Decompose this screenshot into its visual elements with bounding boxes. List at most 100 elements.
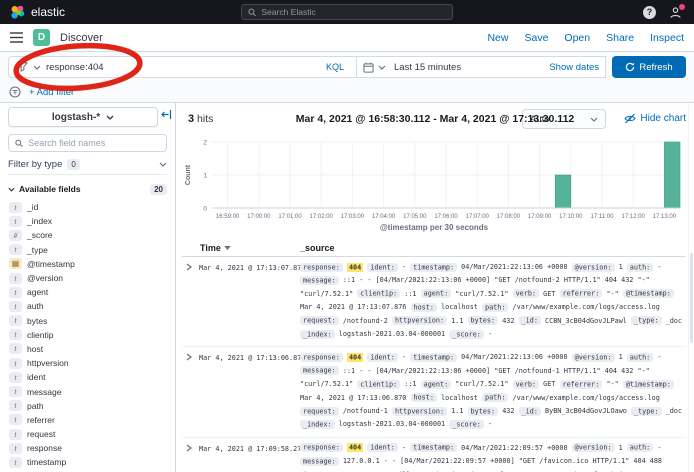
table-row: Mar 4, 2021 @ 17:13:07.876response: 404 … [182,257,686,347]
field-name: auth [27,301,44,311]
field-item-message[interactable]: tmessage [8,384,167,398]
field-item-path[interactable]: tpath [8,399,167,413]
field-search[interactable] [8,134,167,152]
show-dates-button[interactable]: Show dates [549,62,599,73]
table-row: Mar 4, 2021 @ 17:09:58.278response: 404 … [182,438,686,472]
time-range-value[interactable]: Last 15 minutes [394,62,461,73]
svg-text:0: 0 [203,205,207,212]
scrollbar[interactable] [688,103,694,472]
field-badge: path: [482,303,508,312]
nav-action-open[interactable]: Open [564,32,590,44]
table-header: Time _source [182,239,686,257]
refresh-button[interactable]: Refresh [612,56,686,78]
refresh-label: Refresh [639,62,672,73]
field-search-input[interactable] [28,138,160,148]
field-type-icon: t [9,400,22,411]
nav-action-share[interactable]: Share [606,32,634,44]
field-type-icon: t [9,414,22,425]
field-badge: @version: [572,443,615,452]
field-item-host[interactable]: thost [8,342,167,356]
date-picker[interactable]: Last 15 minutes Show dates [356,56,606,78]
nav-action-new[interactable]: New [487,32,508,44]
field-badge: message: [300,457,339,466]
field-item-timestamp[interactable]: ttimestamp [8,455,167,469]
nav-action-inspect[interactable]: Inspect [650,32,684,44]
field-item-_type[interactable]: t_type [8,243,167,257]
index-pattern-select[interactable]: logstash-* [8,107,158,127]
field-item-httpversion[interactable]: thttpversion [8,356,167,370]
field-item-bytes[interactable]: tbytes [8,314,167,328]
field-badge: bytes: [468,407,499,416]
field-item-clientip[interactable]: tclientip [8,328,167,342]
field-item-request[interactable]: trequest [8,427,167,441]
svg-text:17:08:00: 17:08:00 [497,214,521,220]
eye-slash-icon [624,113,636,124]
field-name: _type [27,245,48,255]
field-type-icon: t [9,287,22,298]
svg-text:17:03:00: 17:03:00 [341,214,365,220]
field-item-_index[interactable]: t _index [8,214,167,228]
field-type-icon: t [9,301,22,312]
field-item-referrer[interactable]: treferrer [8,413,167,427]
user-avatar[interactable] [669,6,684,19]
filter-funnel-icon[interactable] [17,62,28,72]
query-input[interactable] [46,62,317,73]
row-source: response: 404 ident: - timestamp: 04/Mar… [300,261,686,341]
expand-row-icon[interactable] [182,351,199,431]
field-badge: @version: [572,353,615,362]
column-time[interactable]: Time [182,243,300,253]
chevron-down-icon [8,187,15,192]
scrollbar-thumb[interactable] [690,253,693,343]
field-badge: agent: [421,289,452,298]
global-search-input[interactable] [261,7,446,17]
available-fields-header[interactable]: Available fields 20 [8,182,167,196]
field-type-icon: t [9,273,22,284]
nav-action-save[interactable]: Save [524,32,548,44]
histogram-chart[interactable]: 01216:59:0017:00:0017:01:0017:02:0017:03… [182,135,686,223]
svg-text:17:06:00: 17:06:00 [434,214,458,220]
field-badge: _index: [300,330,335,339]
available-fields-count: 20 [150,184,167,195]
field-type-icon: t [9,343,22,354]
field-name: _index [27,216,52,226]
breadcrumb[interactable]: Discover [60,32,103,44]
filter-by-type-label: Filter by type [8,159,62,170]
field-type-icon: t [9,457,22,468]
highlight-match: 404 [347,353,363,362]
hide-chart-button[interactable]: Hide chart [624,113,686,124]
field-item-@version[interactable]: t@version [8,271,167,285]
expand-row-icon[interactable] [182,442,199,472]
field-badge: @version: [572,263,615,272]
field-type-icon: # [9,230,22,241]
chevron-down-icon[interactable] [33,65,41,70]
field-item-@timestamp[interactable]: ▦@timestamp [8,257,167,271]
field-badge: timestamp: [410,353,457,362]
query-input-box[interactable]: KQL [8,56,356,78]
field-badge: host: [411,393,437,402]
field-name: host [27,344,43,354]
field-item-_score[interactable]: #_score [8,228,167,242]
field-item-_id[interactable]: t_id [8,200,167,214]
refresh-icon [625,62,635,72]
field-item-response[interactable]: tresponse [8,441,167,455]
field-type-icon: t [9,216,22,227]
calendar-icon [363,62,374,73]
field-name: bytes [27,316,47,326]
add-filter-button[interactable]: + Add filter [29,87,74,98]
field-badge: agent: [421,380,452,389]
menu-icon[interactable] [10,32,23,43]
field-item-auth[interactable]: tauth [8,299,167,313]
query-language-button[interactable]: KQL [322,62,348,72]
collapse-sidebar-icon[interactable] [161,109,172,120]
global-search[interactable] [241,4,453,20]
sidebar: logstash-* Filter by type 0 Available fi… [0,103,176,472]
expand-row-icon[interactable] [182,261,199,341]
filter-options-icon[interactable] [9,86,21,98]
elastic-logo[interactable]: elastic [10,5,65,20]
help-icon[interactable]: ? [643,6,656,19]
field-item-agent[interactable]: tagent [8,285,167,299]
hits-count: 3 hits [188,113,213,125]
filter-by-type[interactable]: Filter by type 0 [8,158,167,175]
field-item-ident[interactable]: tident [8,370,167,384]
svg-text:17:11:00: 17:11:00 [591,214,615,220]
